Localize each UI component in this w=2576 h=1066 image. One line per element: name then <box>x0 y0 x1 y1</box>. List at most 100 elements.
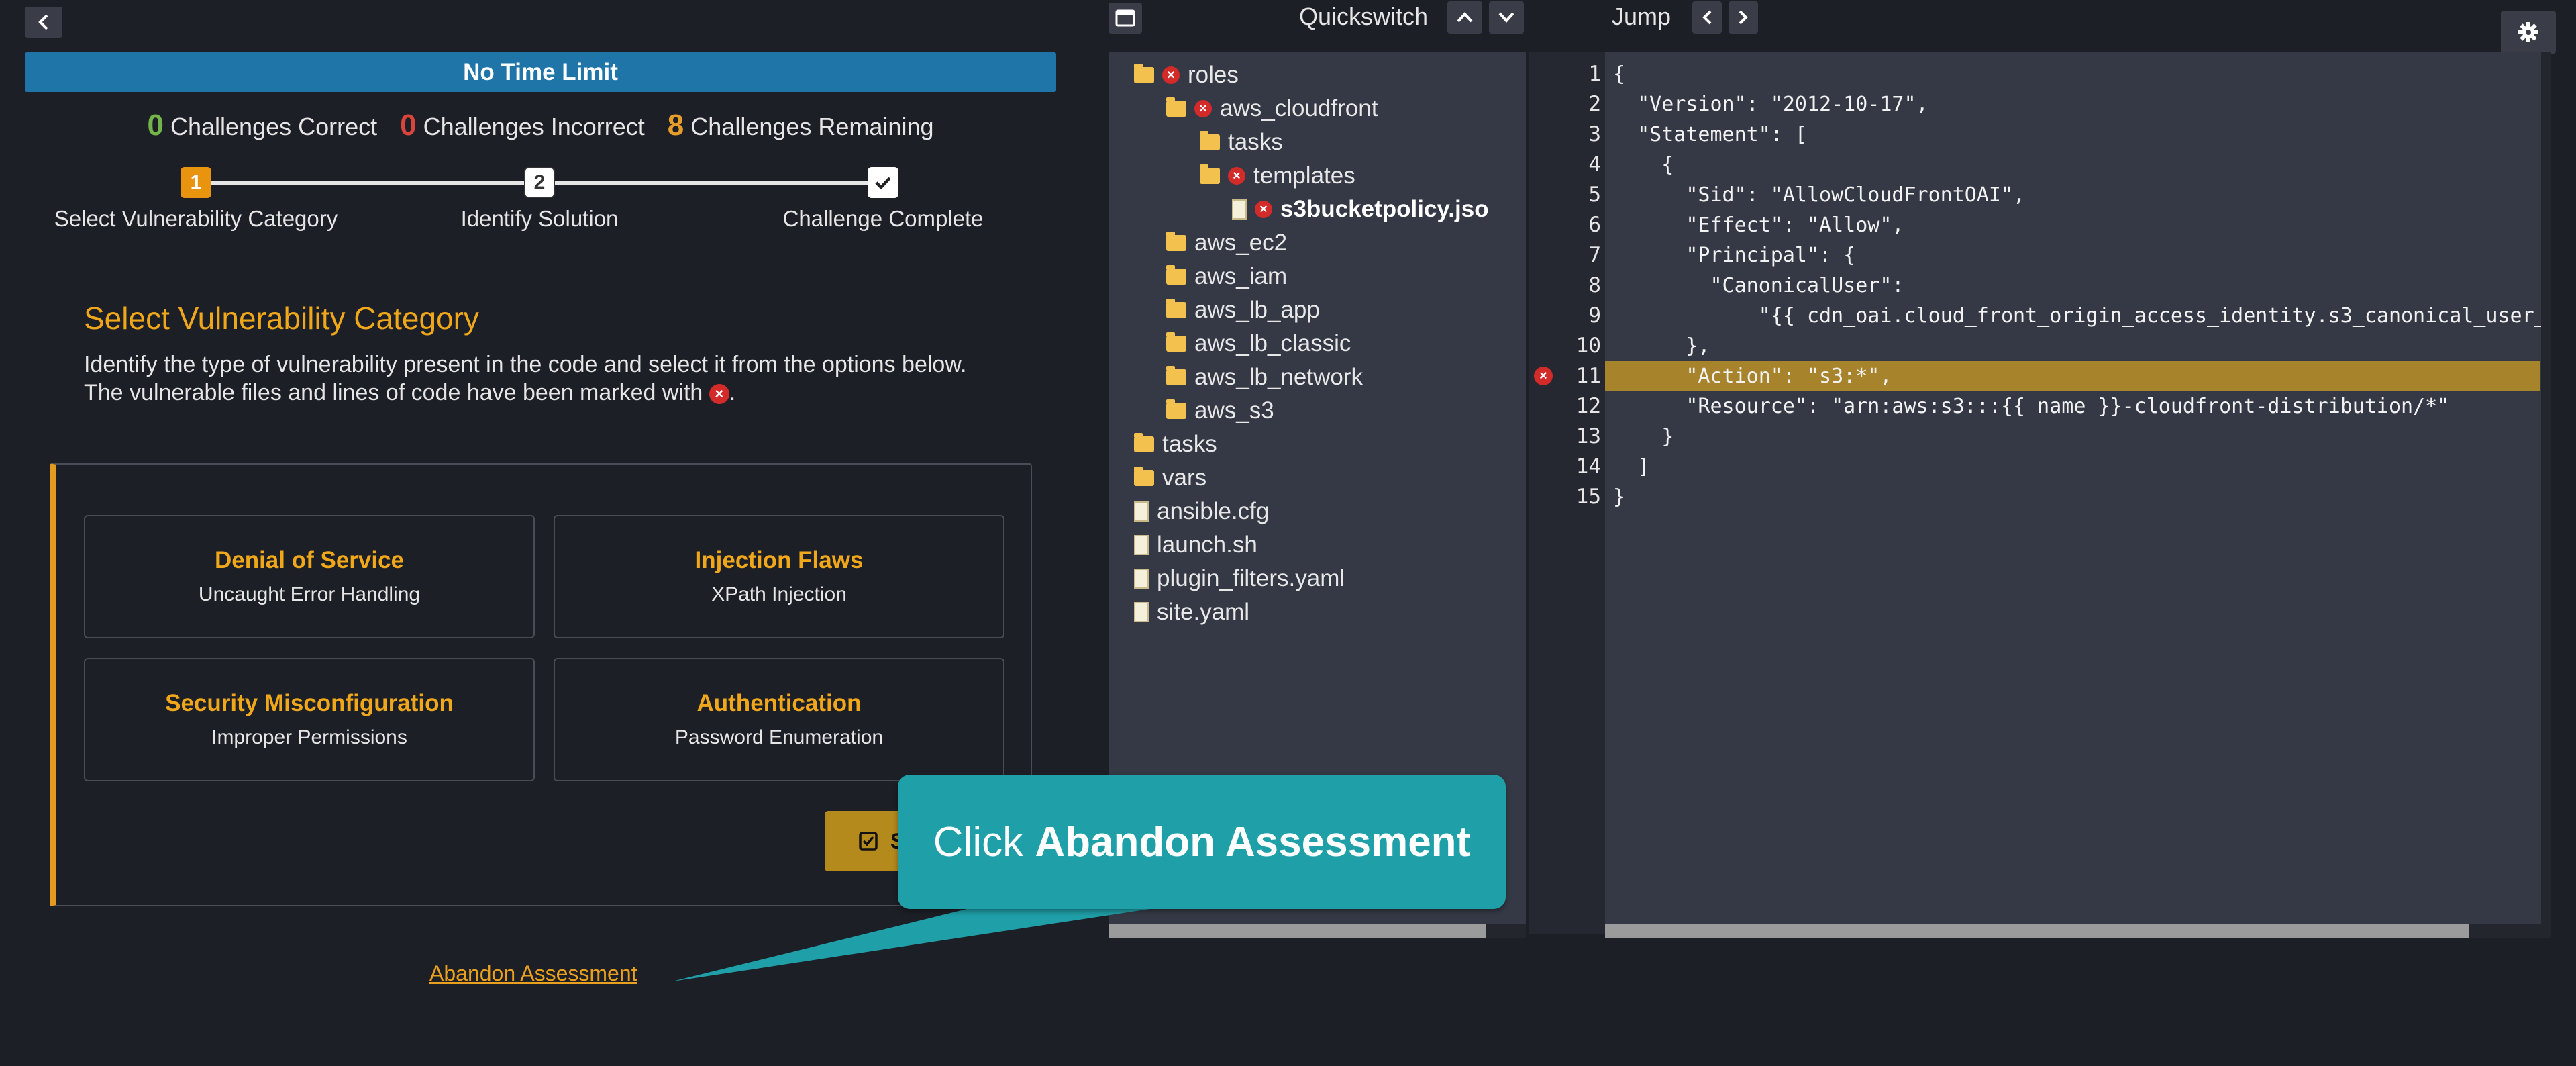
folder-icon <box>1166 366 1186 385</box>
tree-item[interactable]: aws_lb_network <box>1166 364 1363 391</box>
folder-open-icon <box>1200 164 1220 184</box>
quickswitch-up-button[interactable] <box>1447 1 1482 34</box>
option-security-misconfiguration[interactable]: Security Misconfiguration Improper Permi… <box>84 658 535 781</box>
line-number: 13 <box>1576 424 1601 448</box>
option-injection-flaws[interactable]: Injection Flaws XPath Injection <box>554 515 1004 638</box>
tree-item[interactable]: launch.sh <box>1134 532 1257 559</box>
code-vertical-scrollbar[interactable] <box>2541 52 2551 925</box>
line-number: 1 <box>1588 62 1601 86</box>
tree-item-label: aws_cloudfront <box>1220 95 1378 122</box>
file-icon <box>1134 501 1149 522</box>
line-number: 2 <box>1588 92 1601 116</box>
progress-step-2: 2 <box>524 167 555 198</box>
file-icon <box>1134 602 1149 622</box>
code-line: }, <box>1613 334 1710 358</box>
tree-item-label: ansible.cfg <box>1157 498 1270 524</box>
tree-item[interactable]: plugin_filters.yaml <box>1134 565 1345 592</box>
vulnerability-marker-icon: × <box>709 384 729 405</box>
settings-button[interactable] <box>2501 11 2556 54</box>
tree-item-label: site.yaml <box>1157 599 1250 625</box>
file-icon <box>1134 535 1149 555</box>
folder-icon <box>1166 399 1186 419</box>
tree-item[interactable]: site.yaml <box>1134 599 1249 626</box>
back-button[interactable] <box>25 7 62 38</box>
code-line: "Version": "2012-10-17", <box>1613 93 1928 116</box>
chevron-up-icon <box>1457 12 1473 23</box>
tree-item-label: launch.sh <box>1157 532 1257 558</box>
correct-count: 0 <box>147 109 164 142</box>
stat-correct: 0 Challenges Correct <box>148 109 378 142</box>
tree-item[interactable]: aws_lb_classic <box>1166 330 1351 357</box>
tree-item[interactable]: aws_lb_app <box>1166 297 1320 324</box>
jump-prev-button[interactable] <box>1692 1 1722 34</box>
check-square-icon <box>859 832 878 851</box>
tree-item-label: aws_lb_classic <box>1194 330 1351 356</box>
vulnerability-marker-icon: × <box>1162 66 1180 84</box>
abandon-assessment-link[interactable]: Abandon Assessment <box>429 961 637 986</box>
chevron-left-icon <box>1702 10 1712 25</box>
option-title: Injection Flaws <box>694 547 864 573</box>
progress-step-1: 1 <box>181 167 211 198</box>
line-number: 12 <box>1576 394 1601 418</box>
tree-item-label: tasks <box>1162 431 1217 457</box>
tree-item[interactable]: ansible.cfg <box>1134 498 1269 525</box>
folder-icon <box>1166 232 1186 251</box>
option-title: Authentication <box>697 690 862 716</box>
jump-next-button[interactable] <box>1729 1 1758 34</box>
progress-step-3 <box>868 167 898 198</box>
option-authentication[interactable]: Authentication Password Enumeration <box>554 658 1004 781</box>
toggle-tree-button[interactable] <box>1109 3 1142 34</box>
challenge-stats: 0 Challenges Correct 0 Challenges Incorrec… <box>25 109 1056 149</box>
tree-item-label: vars <box>1162 465 1207 491</box>
tree-item[interactable]: aws_iam <box>1166 263 1287 290</box>
option-denial-of-service[interactable]: Denial of Service Uncaught Error Handlin… <box>84 515 535 638</box>
instruction-callout: Click Abandon Assessment <box>898 775 1506 909</box>
section-title: Select Vulnerability Category <box>84 301 479 336</box>
tree-item[interactable]: tasks <box>1134 431 1217 458</box>
tree-item[interactable]: aws_ec2 <box>1166 230 1287 256</box>
tree-item-label: plugin_filters.yaml <box>1157 565 1345 591</box>
chevron-left-icon <box>38 14 48 30</box>
tree-item-label: aws_lb_network <box>1194 364 1363 390</box>
quickswitch-label: Quickswitch <box>1299 3 1429 30</box>
code-line: ] <box>1613 455 1650 479</box>
option-subtitle: Password Enumeration <box>674 726 884 748</box>
tree-item[interactable]: × roles <box>1134 62 1239 89</box>
tree-item-label: templates <box>1253 162 1355 189</box>
tree-item[interactable]: × s3bucketpolicy.jso <box>1232 196 1489 223</box>
code-line: "Resource": "arn:aws:s3:::{{ name }}-clo… <box>1613 395 2450 418</box>
tree-item[interactable]: tasks <box>1200 129 1283 156</box>
step-label-3: Challenge Complete <box>782 206 984 231</box>
callout-target: Abandon Assessment <box>1035 818 1471 865</box>
tree-item[interactable]: aws_s3 <box>1166 397 1274 424</box>
folder-icon <box>1166 332 1186 352</box>
code-scrollbar-thumb[interactable] <box>1605 924 2469 938</box>
code-line: "{{ cdn_oai.cloud_front_origin_access_id… <box>1613 304 2551 328</box>
tree-item[interactable]: × aws_cloudfront <box>1166 95 1378 122</box>
tree-item[interactable]: × templates <box>1200 162 1355 189</box>
line-number: 4 <box>1588 152 1601 177</box>
code-line: "Principal": { <box>1613 244 1856 267</box>
quickswitch-down-button[interactable] <box>1489 1 1524 34</box>
remaining-label: Challenges Remaining <box>690 113 934 140</box>
code-line: "Sid": "AllowCloudFrontOAI", <box>1613 183 2026 207</box>
instructions: Identify the type of vulnerability prese… <box>84 350 1037 407</box>
folder-open-icon <box>1134 64 1154 83</box>
checkmark-icon <box>875 177 891 190</box>
file-icon <box>1134 569 1149 589</box>
option-subtitle: Improper Permissions <box>211 726 407 748</box>
window-icon <box>1115 9 1135 27</box>
time-limit-label: No Time Limit <box>463 58 618 85</box>
tree-item[interactable]: vars <box>1134 465 1206 491</box>
line-number: 15 <box>1576 485 1601 509</box>
file-icon <box>1232 199 1247 220</box>
folder-icon <box>1134 467 1154 486</box>
line-number: 9 <box>1588 303 1601 328</box>
folder-icon <box>1134 433 1154 452</box>
instructions-line-2: The vulnerable files and lines of code h… <box>84 380 736 405</box>
code-line: { <box>1613 62 1626 86</box>
code-line: "Statement": [ <box>1613 123 1807 146</box>
code-editor[interactable]: { "Version": "2012-10-17", "Statement": … <box>1605 52 2551 934</box>
option-title: Denial of Service <box>214 547 405 573</box>
folder-icon <box>1166 299 1186 318</box>
